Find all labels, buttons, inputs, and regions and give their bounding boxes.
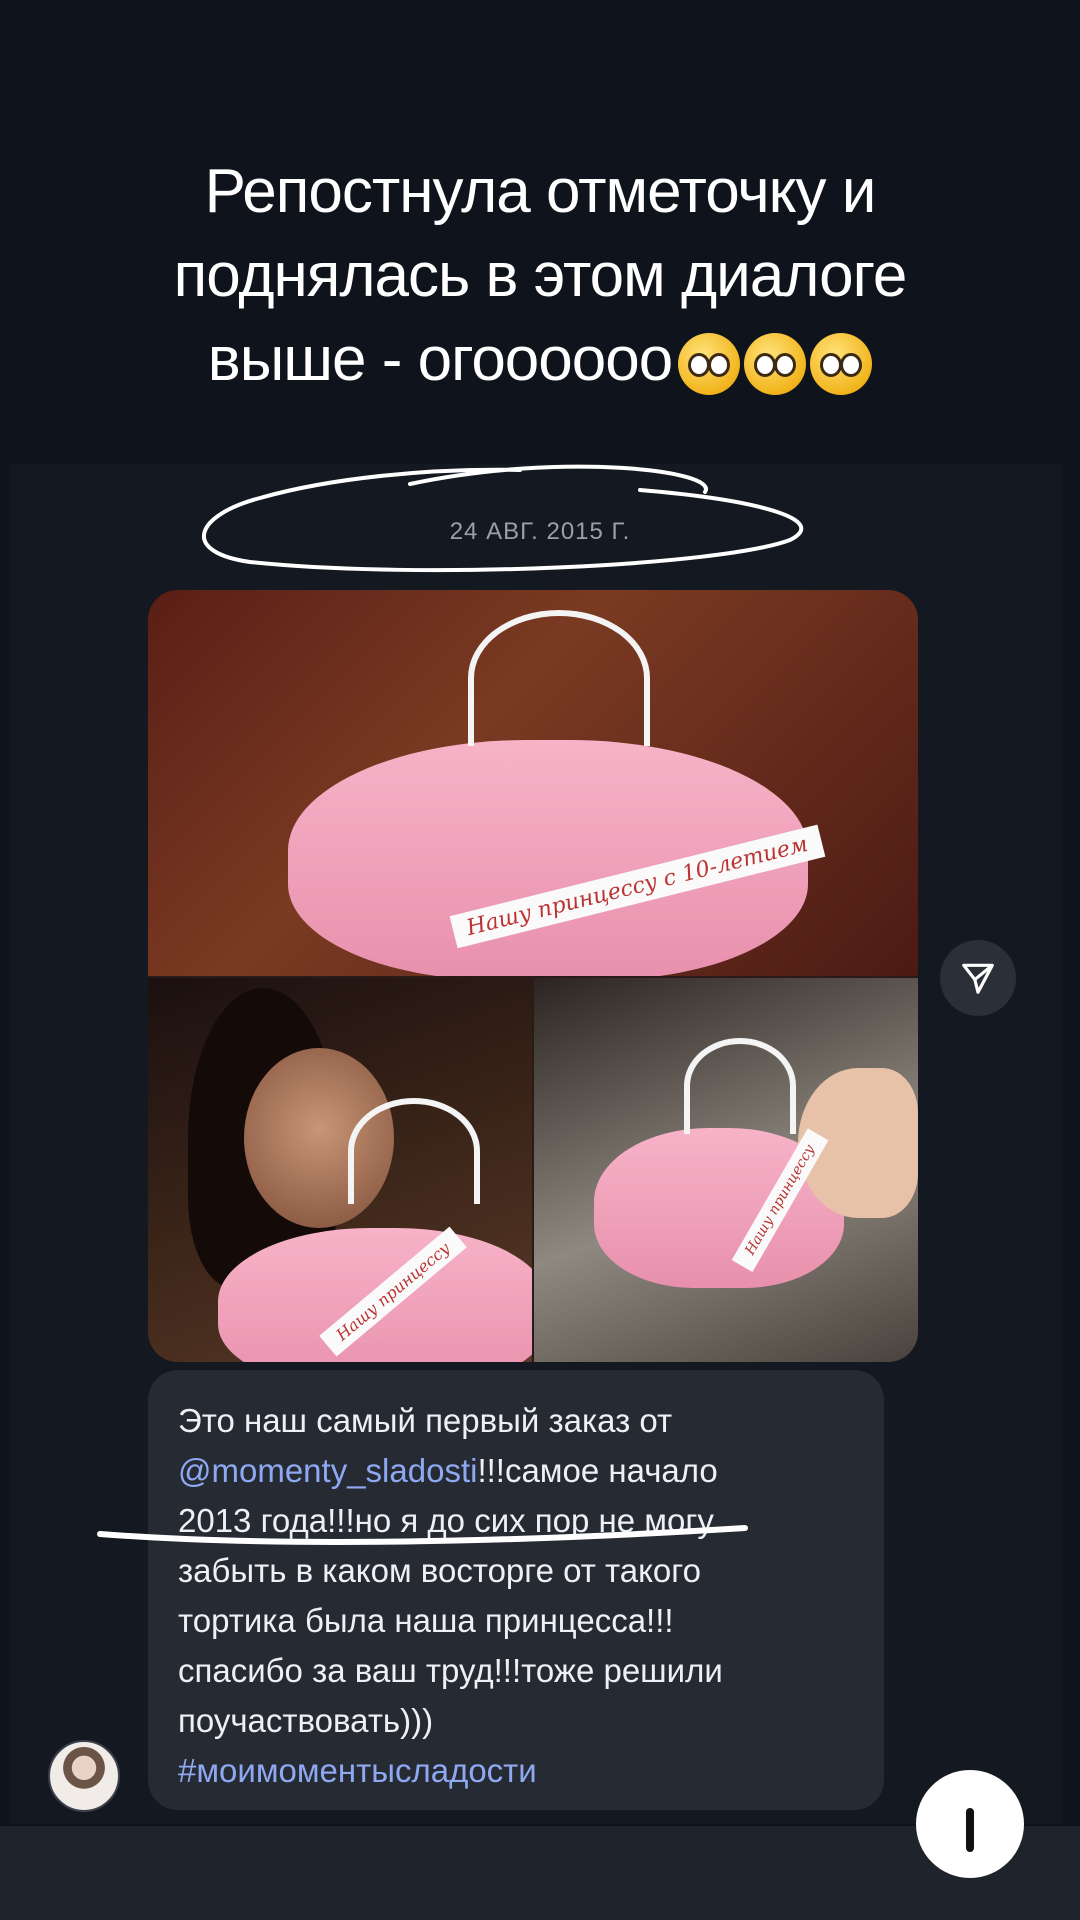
message-bubble: Это наш самый первый заказ от @momenty_s… [148, 1370, 884, 1810]
message-text: !!!самое начало [477, 1452, 718, 1489]
message-line: поучаствовать))) [178, 1702, 434, 1739]
caption-line-2: поднялась в этом диалоге [173, 241, 908, 310]
story-caption: Репостнула отметочку и поднялась в этом … [40, 150, 1040, 402]
message-line: 2013 года!!!но я до сих пор не могу [178, 1502, 714, 1539]
sugar-tiara [468, 610, 650, 746]
date-separator: 24 АВГ. 2015 Г. [449, 518, 631, 545]
share-button[interactable] [940, 940, 1016, 1016]
story-action-button[interactable] [916, 1770, 1024, 1878]
caption-line-3-text: выше - огоооооо [207, 325, 673, 394]
cake-photo-top[interactable]: Нашу принцессу с 10-летием [148, 590, 918, 976]
emoji-row [678, 332, 873, 395]
candles-photo[interactable]: Нашу принцессу [534, 978, 918, 1362]
sugar-tiara [684, 1038, 796, 1134]
mention-link[interactable]: @momenty_sladosti [178, 1452, 477, 1489]
caption-line-3: выше - огоооооо [40, 318, 1040, 402]
pleading-face-emoji-icon [744, 332, 807, 395]
message-line: тортика была наша принцесса!!! [178, 1602, 674, 1639]
girl-photo[interactable]: Нашу принцессу [148, 978, 532, 1362]
caption-line-1: Репостнула отметочку и [204, 157, 877, 226]
scroll-indicator-icon [966, 1808, 974, 1852]
pleading-face-emoji-icon [810, 332, 873, 395]
paper-plane-icon [962, 963, 994, 994]
message-line: спасибо за ваш труд!!!тоже решили [178, 1652, 723, 1689]
message-line: Это наш самый первый заказ от [178, 1402, 673, 1439]
message-line: @momenty_sladosti!!!самое начало [178, 1446, 852, 1496]
message-line: забыть в каком восторге от такого [178, 1552, 701, 1589]
sender-avatar[interactable] [48, 1740, 120, 1812]
photo-collage[interactable]: Нашу принцессу с 10-летием Нашу принцесс… [148, 590, 918, 1362]
pleading-face-emoji-icon [678, 332, 741, 395]
hashtag-link[interactable]: #моимоментысладости [178, 1746, 852, 1796]
sugar-tiara [348, 1098, 480, 1204]
